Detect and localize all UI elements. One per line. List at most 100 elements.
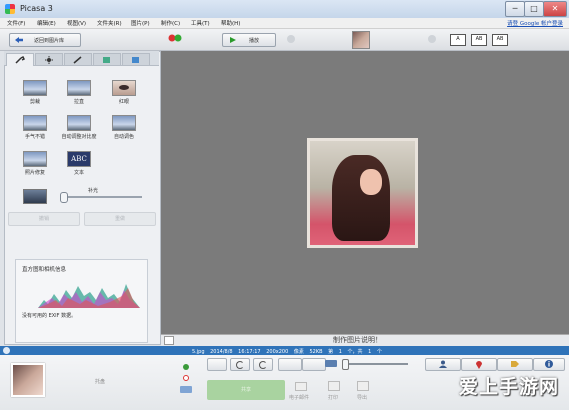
rotate-right-button[interactable] xyxy=(253,358,273,371)
blue-brush-icon xyxy=(132,57,139,63)
menu-bar: 文件(F) 编辑(E) 视图(V) 文件夹(R) 图片(P) 制作(C) 工具(… xyxy=(0,18,569,29)
histogram-title: 直方图和相机信息 xyxy=(22,267,67,273)
redeye-label: 红眼 xyxy=(118,99,129,105)
crop-label: 剪裁 xyxy=(29,99,40,105)
add-to-album-icon[interactable] xyxy=(180,386,192,393)
current-photo-thumbnail[interactable] xyxy=(352,31,370,49)
print-icon[interactable] xyxy=(328,381,340,391)
green-brush-icon xyxy=(103,57,110,63)
tab-basic-fixes[interactable] xyxy=(6,53,34,66)
fill-light-icon xyxy=(23,189,47,204)
redeye-tool[interactable]: 红眼 xyxy=(106,80,142,105)
email-icon[interactable] xyxy=(295,382,307,391)
export-label: 导出 xyxy=(357,395,368,401)
menu-folder[interactable]: 文件夹(R) xyxy=(97,19,122,27)
zoom-knob[interactable] xyxy=(342,359,349,370)
tray-option-button[interactable] xyxy=(207,358,227,371)
map-pin-icon xyxy=(476,361,482,369)
previous-arrow-icon[interactable] xyxy=(287,35,295,43)
back-label: 返回到图片库 xyxy=(34,38,65,44)
photo-preview[interactable] xyxy=(307,138,418,248)
maximize-button[interactable]: □ xyxy=(524,1,544,17)
clear-red-icon[interactable] xyxy=(183,375,189,381)
next-arrow-icon[interactable] xyxy=(428,35,436,43)
caption-large-button[interactable]: AB xyxy=(492,34,508,46)
tray-label: 托盘 xyxy=(95,379,106,385)
tab-effects-2[interactable] xyxy=(93,53,121,65)
lucky-label: 手气不错 xyxy=(24,134,45,140)
people-button[interactable] xyxy=(425,358,461,371)
window-title: Picasa 3 xyxy=(20,4,53,13)
back-to-library-button[interactable]: 返回到图片库 xyxy=(9,33,81,47)
straighten-tool[interactable]: 拉直 xyxy=(61,80,97,105)
tab-effects-3[interactable] xyxy=(122,53,150,65)
text-icon: ABC xyxy=(67,151,91,167)
sun-icon xyxy=(45,56,53,64)
tab-effects[interactable] xyxy=(64,53,92,65)
caption-small-button[interactable]: A xyxy=(450,34,466,46)
menu-create[interactable]: 制作(C) xyxy=(161,19,180,27)
lucky-icon xyxy=(23,115,47,131)
caption-toggle-icon[interactable] xyxy=(164,336,174,345)
redeye-icon xyxy=(112,80,136,96)
close-button[interactable]: ✕ xyxy=(543,1,567,17)
tags-button[interactable] xyxy=(497,358,533,371)
menu-view[interactable]: 视图(V) xyxy=(67,19,86,27)
back-arrow-icon xyxy=(15,37,23,43)
straighten-label: 拉直 xyxy=(73,99,84,105)
hold-green-icon[interactable] xyxy=(183,364,189,370)
menu-help[interactable]: 帮助(H) xyxy=(221,19,240,27)
title-bar: Picasa 3 xyxy=(0,0,569,19)
auto-color-label: 自动调色 xyxy=(113,134,134,140)
redo-button[interactable]: 重做 xyxy=(84,212,156,226)
picasa-logo-icon xyxy=(5,4,15,14)
email-label: 电子邮件 xyxy=(289,395,310,401)
info-icon xyxy=(545,360,553,368)
signin-link[interactable]: 请登 Google 帐户登录 xyxy=(507,19,563,27)
tray-thumbnail[interactable] xyxy=(11,363,45,397)
text-label: 文本 xyxy=(73,170,84,176)
export-icon[interactable] xyxy=(357,381,369,391)
slideshow-small-button[interactable] xyxy=(302,358,326,371)
menu-edit[interactable]: 编辑(E) xyxy=(37,19,56,27)
zoom-slider[interactable] xyxy=(344,363,408,365)
rotate-left-button[interactable] xyxy=(230,358,250,371)
person-icon xyxy=(439,360,447,368)
retouch-label: 照片修复 xyxy=(24,170,45,176)
minimize-button[interactable]: ─ xyxy=(505,1,525,17)
email-small-button[interactable] xyxy=(278,358,302,371)
brush-icon xyxy=(73,56,82,64)
caption-medium-button[interactable]: AB xyxy=(471,34,487,46)
exif-note: 没有可用的 EXIF 数据。 xyxy=(22,313,77,319)
auto-color-tool[interactable]: 自动调色 xyxy=(106,115,142,140)
play-label: 播放 xyxy=(249,38,260,44)
lucky-tool[interactable]: 手气不错 xyxy=(17,115,53,140)
wrench-icon xyxy=(15,56,25,64)
status-info-icon[interactable] xyxy=(3,347,10,354)
fill-light-knob[interactable] xyxy=(60,192,68,203)
auto-contrast-label: 自动调整对比度 xyxy=(61,134,97,140)
info-button[interactable] xyxy=(533,358,565,371)
contrast-icon xyxy=(67,115,91,131)
undo-button[interactable]: 撤销 xyxy=(8,212,80,226)
menu-tools[interactable]: 工具(T) xyxy=(191,19,210,27)
play-slideshow-button[interactable]: 播放 xyxy=(222,33,276,47)
menu-picture[interactable]: 图片(P) xyxy=(131,19,150,27)
color-icon xyxy=(112,115,136,131)
auto-contrast-tool[interactable]: 自动调整对比度 xyxy=(61,115,97,140)
picture-size-icon xyxy=(325,360,337,367)
retouch-tool[interactable]: 照片修复 xyxy=(17,151,53,176)
histogram-chart xyxy=(38,284,140,308)
share-button[interactable]: 共享 xyxy=(207,380,285,400)
crop-tool[interactable]: 剪裁 xyxy=(17,80,53,105)
fill-light-slider[interactable] xyxy=(62,196,142,198)
tab-tuning[interactable] xyxy=(35,53,63,65)
play-icon xyxy=(230,37,236,43)
status-text: 5.jpg 2014/8/8 16:17:17 200x200 像素 52KB … xyxy=(192,348,382,355)
people-icon[interactable] xyxy=(168,33,182,44)
menu-file[interactable]: 文件(F) xyxy=(7,19,25,27)
caption-input[interactable]: 制作图片说明！ xyxy=(333,335,382,345)
text-tool[interactable]: ABC 文本 xyxy=(61,151,97,176)
tag-icon xyxy=(511,361,519,367)
places-button[interactable] xyxy=(461,358,497,371)
